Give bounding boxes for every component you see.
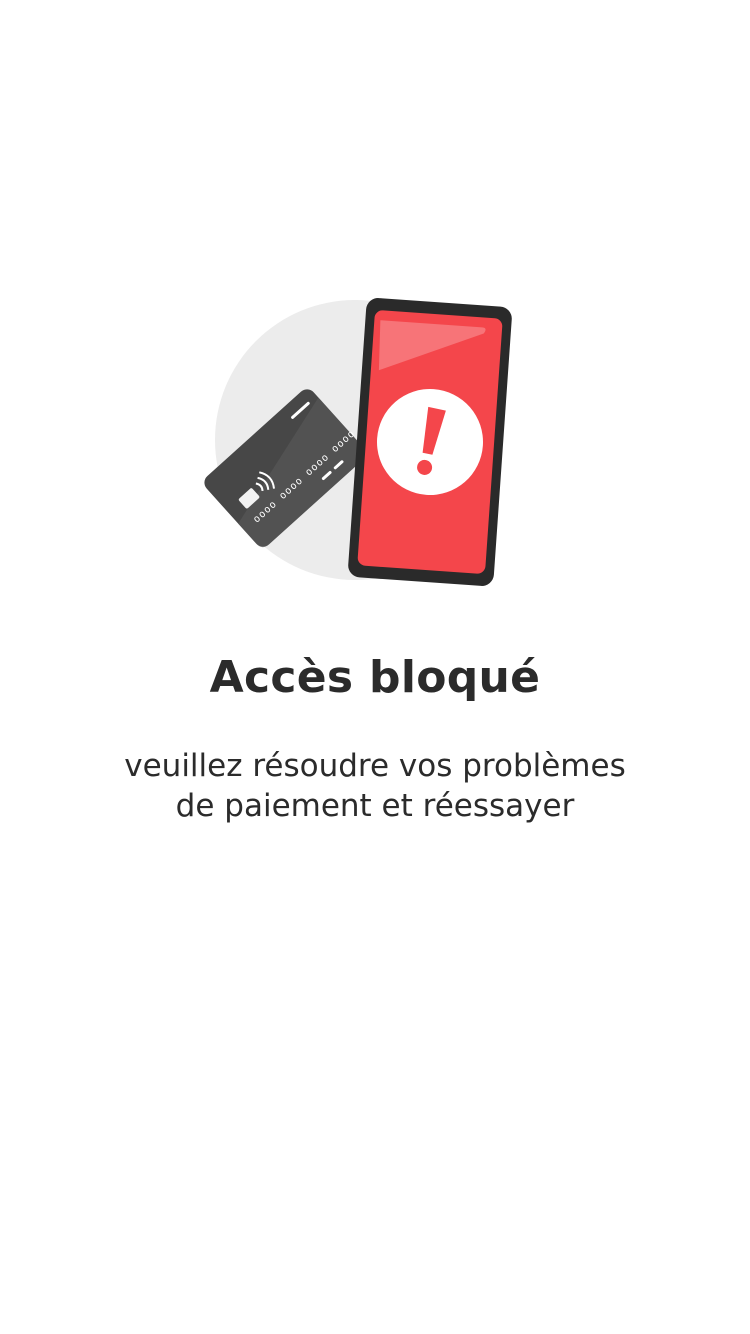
blocked-message: veuillez résoudre vos problèmes de paiem… <box>0 746 750 826</box>
message-line-1: veuillez résoudre vos problèmes <box>124 748 626 784</box>
card-and-phone-alert-icon: oooo oooo oooo oooo <box>204 298 512 586</box>
message-line-2: de paiement et réessayer <box>175 788 575 824</box>
page-title: Accès bloqué <box>209 652 541 703</box>
phone-icon <box>348 298 512 586</box>
blocked-payment-illustration: oooo oooo oooo oooo <box>190 290 520 600</box>
